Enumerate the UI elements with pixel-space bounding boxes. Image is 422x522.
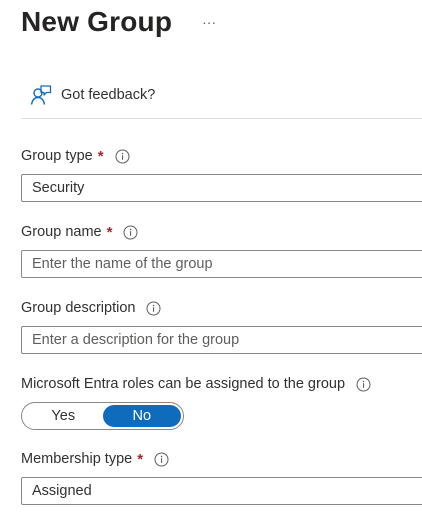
membership-type-label: Membership type — [21, 451, 133, 467]
entra-roles-toggle[interactable]: Yes No — [21, 402, 184, 430]
group-type-label-row: Group type * — [21, 146, 422, 166]
page-title: New Group — [21, 6, 173, 37]
group-description-input-box[interactable] — [21, 326, 422, 354]
entra-roles-label: Microsoft Entra roles can be assigned to… — [21, 376, 346, 392]
divider — [21, 118, 422, 119]
group-description-input[interactable] — [32, 332, 422, 348]
entra-roles-field: Microsoft Entra roles can be assigned to… — [21, 374, 422, 430]
info-icon[interactable] — [123, 225, 138, 240]
toggle-option-yes[interactable]: Yes — [24, 405, 103, 427]
more-options-button[interactable]: ··· — [202, 4, 216, 40]
group-type-select[interactable]: Security — [21, 174, 422, 202]
new-group-page: New Group ··· Got feedback? Group type * — [0, 0, 422, 522]
membership-type-label-row: Membership type * — [21, 449, 422, 469]
membership-type-field: Membership type * Assigned — [21, 449, 422, 505]
membership-type-value: Assigned — [32, 483, 92, 499]
info-icon[interactable] — [146, 301, 161, 316]
required-marker: * — [97, 147, 104, 165]
required-marker: * — [106, 223, 113, 241]
toggle-option-no[interactable]: No — [102, 405, 181, 427]
group-name-label-row: Group name * — [21, 222, 422, 242]
group-name-input-box[interactable] — [21, 250, 422, 278]
feedback-link[interactable]: Got feedback? — [30, 84, 155, 106]
info-icon[interactable] — [115, 149, 130, 164]
group-description-field: Group description — [21, 298, 422, 354]
group-description-label: Group description — [21, 300, 136, 316]
feedback-person-icon — [30, 84, 52, 106]
feedback-label: Got feedback? — [61, 87, 156, 103]
info-icon[interactable] — [356, 377, 371, 392]
membership-type-select[interactable]: Assigned — [21, 477, 422, 505]
info-icon[interactable] — [154, 452, 169, 467]
group-description-label-row: Group description — [21, 298, 422, 318]
title-row: New Group ··· — [21, 4, 216, 40]
entra-roles-label-row: Microsoft Entra roles can be assigned to… — [21, 374, 422, 394]
group-name-label: Group name — [21, 224, 102, 240]
group-type-value: Security — [32, 180, 85, 196]
group-name-field: Group name * — [21, 222, 422, 278]
required-marker: * — [137, 450, 144, 468]
group-type-label: Group type — [21, 148, 93, 164]
group-name-input[interactable] — [32, 256, 422, 272]
group-type-field: Group type * Security — [21, 146, 422, 202]
